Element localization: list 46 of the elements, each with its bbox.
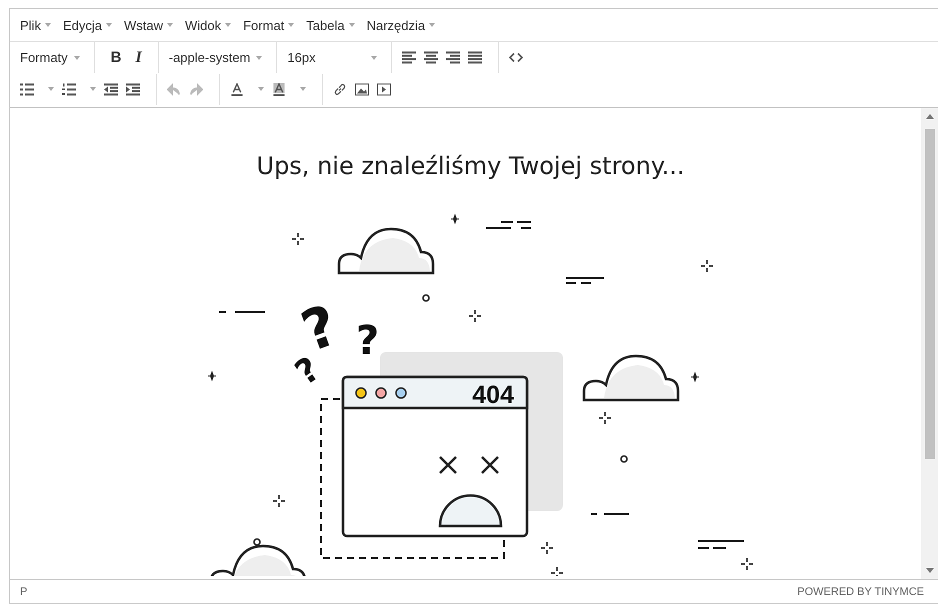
powered-by-link[interactable]: POWERED BY TINYMCE — [797, 586, 924, 598]
element-path[interactable]: P — [20, 586, 28, 598]
question-mark: ? — [288, 349, 328, 394]
menu-item[interactable]: Wstaw — [118, 14, 179, 36]
align-left-icon[interactable] — [402, 51, 416, 64]
menu-item[interactable]: Tabela — [300, 14, 361, 36]
menu-item[interactable]: Widok — [178, 14, 238, 36]
font-family-dropdown[interactable]: -apple-system — [168, 46, 268, 69]
menu-item[interactable]: Format — [237, 14, 300, 36]
indent-icon[interactable] — [126, 82, 140, 96]
media-icon[interactable] — [377, 82, 391, 96]
caret-icon — [44, 23, 51, 27]
justify-icon[interactable] — [468, 51, 482, 64]
italic-button[interactable]: I — [130, 44, 150, 70]
caret-icon — [256, 56, 262, 60]
outdent-icon[interactable] — [104, 82, 118, 96]
menu-item[interactable]: Narzędzia — [360, 14, 442, 36]
menu-item[interactable]: Edycja — [56, 14, 118, 36]
scrollbar-thumb[interactable] — [924, 129, 934, 459]
caret-icon — [429, 23, 436, 27]
caret-icon — [74, 56, 80, 60]
error-code-text: 404 — [472, 381, 514, 409]
text-color-icon[interactable] — [230, 82, 244, 96]
caret-icon — [348, 23, 355, 27]
caret-icon — [166, 23, 173, 27]
image-icon[interactable] — [355, 82, 369, 96]
align-right-icon[interactable] — [446, 51, 460, 64]
caret-icon — [106, 23, 112, 27]
bullet-list-icon[interactable] — [20, 82, 34, 96]
menu-item[interactable]: Plik — [14, 14, 57, 36]
scroll-up-icon[interactable] — [926, 114, 934, 119]
align-center-icon[interactable] — [424, 51, 438, 64]
code-icon[interactable] — [509, 51, 524, 64]
bold-button[interactable]: B — [104, 45, 130, 70]
scrollbar[interactable] — [921, 108, 938, 579]
scroll-down-icon[interactable] — [926, 568, 934, 573]
background-color-icon[interactable] — [272, 82, 286, 96]
question-mark: ? — [356, 318, 380, 364]
page-heading: Ups, nie znaleźliśmy Twojej strony... — [256, 152, 684, 180]
formats-dropdown[interactable]: Formaty — [20, 46, 86, 69]
caret-icon — [288, 23, 294, 27]
numbered-list-icon[interactable] — [62, 82, 76, 96]
link-icon[interactable] — [333, 82, 347, 96]
font-size-dropdown[interactable]: 16px — [287, 46, 384, 69]
caret-icon — [225, 23, 232, 27]
caret-icon — [371, 56, 378, 60]
